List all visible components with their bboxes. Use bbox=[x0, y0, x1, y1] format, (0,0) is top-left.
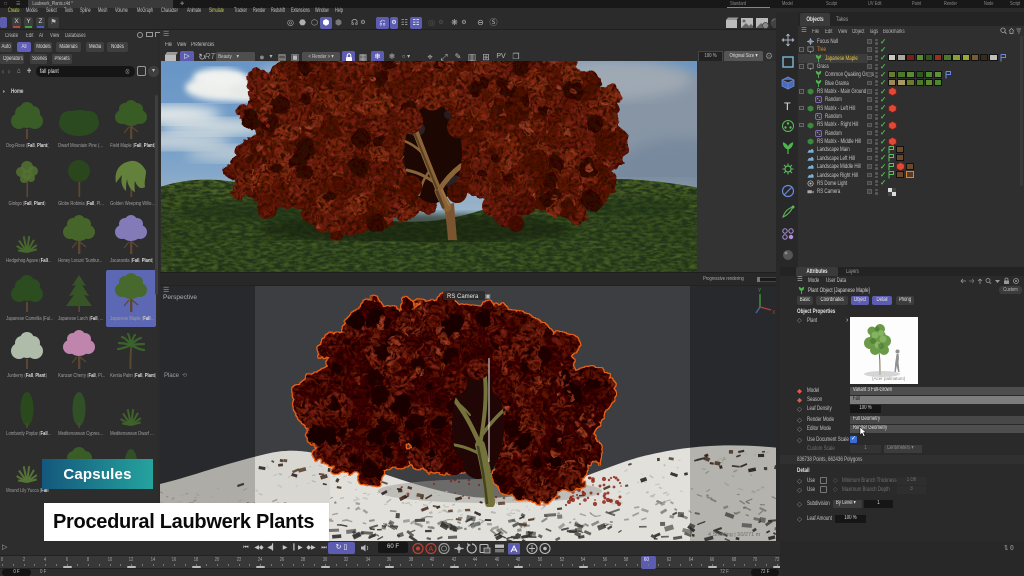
svg-text:☰: ☰ bbox=[163, 287, 169, 294]
svg-text:T: T bbox=[784, 101, 791, 112]
svg-text:RS Camera: RS Camera bbox=[447, 294, 479, 300]
svg-text:A: A bbox=[429, 546, 434, 553]
svg-text:▣: ▣ bbox=[485, 294, 491, 300]
svg-text:(Acer palmatum): (Acer palmatum) bbox=[872, 376, 906, 381]
